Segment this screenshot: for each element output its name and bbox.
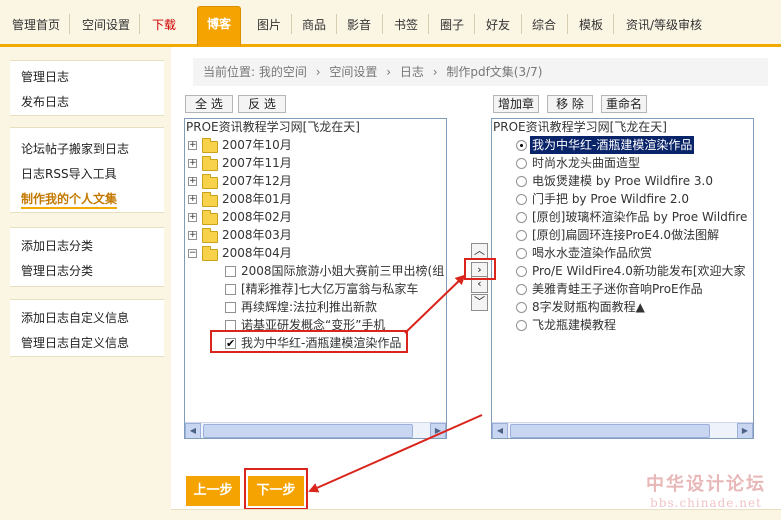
watermark-logo: 中华设计论坛 bbs.chinade.net bbox=[636, 470, 776, 510]
arrow-to-move-button bbox=[404, 274, 466, 334]
annotation-arrows bbox=[308, 274, 483, 493]
watermark-title: 中华设计论坛 bbox=[646, 474, 766, 495]
prev-step-button[interactable]: 上一步 bbox=[186, 476, 240, 506]
arrow-to-next-button bbox=[308, 414, 483, 493]
next-step-button[interactable]: 下一步 bbox=[248, 476, 304, 506]
watermark-url: bbs.chinade.net bbox=[650, 496, 762, 510]
footer-bar bbox=[171, 509, 781, 520]
